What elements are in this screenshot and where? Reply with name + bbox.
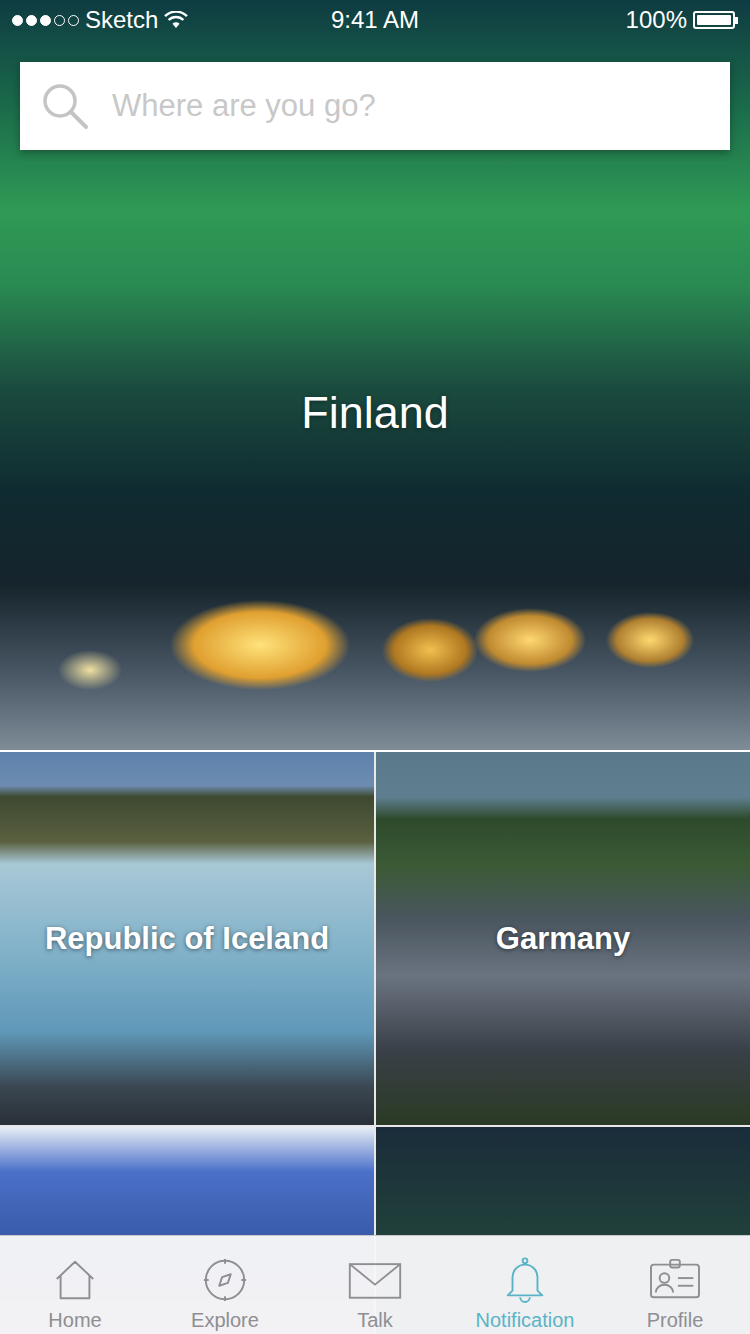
destination-card[interactable]: Garmany [376, 752, 750, 1125]
battery-icon [693, 11, 738, 29]
signal-dot [12, 15, 23, 26]
bell-icon [497, 1256, 553, 1304]
tab-label: Home [48, 1308, 101, 1332]
screen: Sketch 9:41 AM 100% Finland Republic of … [0, 0, 750, 1334]
tab-label: Talk [357, 1308, 393, 1332]
destination-title: Republic of Iceland [45, 921, 329, 957]
signal-dot [54, 15, 65, 26]
wifi-icon [164, 11, 188, 29]
tab-label: Notification [476, 1308, 575, 1332]
tab-label: Profile [647, 1308, 704, 1332]
signal-dot [68, 15, 79, 26]
signal-dot [40, 15, 51, 26]
carrier: Sketch [85, 6, 158, 34]
tab-item[interactable]: Profile [600, 1236, 750, 1334]
tab-item[interactable]: Home [0, 1236, 150, 1334]
clock: 9:41 AM [331, 6, 419, 34]
compass-icon [197, 1256, 253, 1304]
home-icon [47, 1256, 103, 1304]
featured-title: Finland [301, 388, 449, 438]
featured-card[interactable]: Sketch 9:41 AM 100% Finland [0, 0, 750, 750]
tab-label: Explore [191, 1308, 259, 1332]
envelope-icon [347, 1256, 403, 1304]
battery-percent: 100% [626, 6, 687, 34]
content: Sketch 9:41 AM 100% Finland Republic of … [0, 0, 750, 1334]
destination-title: Garmany [496, 921, 630, 957]
search-bar[interactable] [20, 62, 730, 150]
photo [0, 560, 750, 690]
signal-dot [26, 15, 37, 26]
tab-item[interactable]: Notification [450, 1236, 600, 1334]
id-card-icon [647, 1256, 703, 1304]
signal-icon [12, 15, 79, 26]
status-bar: Sketch 9:41 AM 100% [0, 0, 750, 40]
search-input[interactable] [110, 87, 710, 125]
tab-bar: Home Explore Talk Notification Profile [0, 1235, 750, 1334]
magnifier-icon [40, 81, 90, 131]
destination-card[interactable]: Republic of Iceland [0, 752, 374, 1125]
tab-item[interactable]: Explore [150, 1236, 300, 1334]
tab-item[interactable]: Talk [300, 1236, 450, 1334]
